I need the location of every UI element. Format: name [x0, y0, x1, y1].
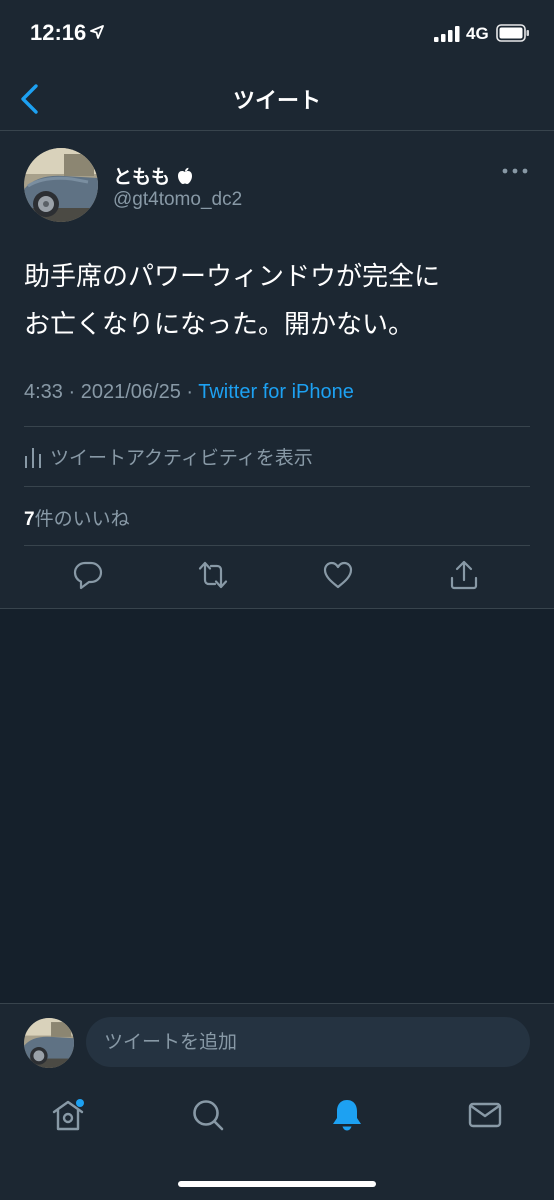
divider — [24, 486, 530, 487]
more-horizontal-icon[interactable] — [502, 166, 528, 176]
signal-icon — [434, 26, 460, 42]
tweet-activity-link[interactable]: ツイートアクティビティを表示 — [24, 443, 313, 470]
tweet-meta: 4:33 · 2021/06/25 · Twitter for iPhone — [24, 381, 354, 403]
share-icon[interactable] — [448, 559, 480, 591]
status-time: 12:16 — [30, 20, 87, 45]
bar-chart-icon — [25, 447, 41, 468]
activity-label: ツイートアクティビティを表示 — [50, 447, 313, 469]
heart-icon[interactable] — [322, 559, 354, 591]
user-handle[interactable]: @gt4tomo_dc2 — [113, 189, 242, 211]
page-title: ツイート — [232, 89, 321, 114]
location-arrow-icon — [90, 25, 104, 39]
tweet-actions — [0, 559, 554, 597]
likes-count-link[interactable]: 7件のいいね — [24, 504, 130, 531]
search-icon[interactable] — [190, 1097, 226, 1133]
divider — [24, 426, 530, 427]
tweet-time: 4:33 — [24, 381, 63, 403]
home-icon[interactable] — [50, 1097, 86, 1133]
tweet-source-link[interactable]: Twitter for iPhone — [198, 381, 354, 403]
nav-bar: ツイート — [0, 66, 554, 131]
reply-input[interactable]: ツイートを追加 — [86, 1017, 530, 1067]
avatar[interactable] — [24, 148, 98, 222]
home-indicator[interactable] — [178, 1181, 376, 1187]
network-type: 4G — [466, 24, 489, 43]
divider — [24, 545, 530, 546]
apple-icon — [177, 167, 192, 184]
status-bar: 12:16 4G — [0, 0, 554, 66]
likes-label: 件のいいね — [34, 508, 130, 530]
tweet-date: 2021/06/25 — [80, 381, 181, 403]
retweet-icon[interactable] — [197, 559, 229, 591]
display-name[interactable]: ともも — [113, 162, 193, 189]
battery-icon — [496, 24, 529, 42]
reply-bar: ツイートを追加 — [0, 1003, 554, 1079]
notification-dot — [76, 1099, 84, 1107]
mail-icon[interactable] — [467, 1097, 503, 1133]
avatar[interactable] — [24, 1018, 74, 1068]
comment-icon[interactable] — [72, 559, 104, 591]
bell-icon[interactable] — [329, 1097, 365, 1133]
tweet-text: 助手席のパワーウィンドウが完全に お亡くなりになった。開かない。 — [24, 262, 441, 340]
tweet-detail: ともも @gt4tomo_dc2 助手席のパワーウィンドウが完全に お亡くなりに… — [0, 131, 554, 609]
likes-count: 7 — [24, 509, 35, 530]
